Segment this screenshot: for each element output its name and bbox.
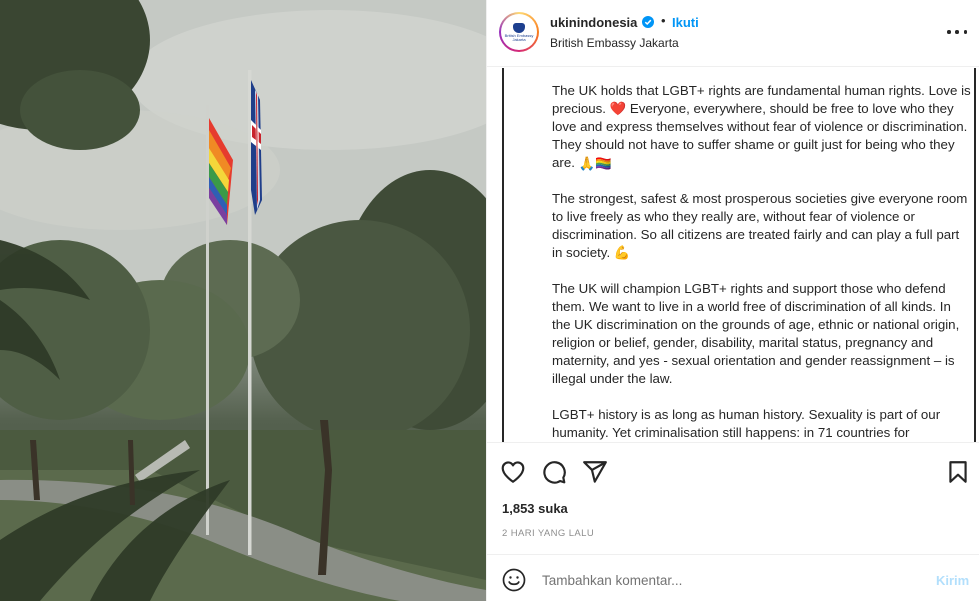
post-photo bbox=[0, 0, 486, 601]
caption-paragraph-2: The strongest, safest & most prosperous … bbox=[552, 191, 968, 261]
muscle-emoji-icon: 💪 bbox=[613, 245, 631, 261]
avatar-text: British Embassy Jakarta bbox=[504, 32, 534, 42]
heart-emoji-icon: ❤️ bbox=[609, 101, 627, 117]
avatar-image: British Embassy Jakarta bbox=[501, 14, 537, 50]
like-count[interactable]: 1,853 suka bbox=[502, 501, 568, 516]
caption-paragraph-4: LGBT+ history is as long as human histor… bbox=[552, 407, 941, 440]
smiley-icon[interactable] bbox=[502, 568, 526, 592]
bookmark-icon[interactable] bbox=[945, 459, 971, 485]
post-timestamp[interactable]: 2 HARI YANG LALU bbox=[502, 528, 594, 539]
verified-badge-icon bbox=[642, 16, 654, 28]
share-icon[interactable] bbox=[582, 459, 608, 485]
post-actions: 1,853 suka 2 HARI YANG LALU bbox=[487, 442, 979, 554]
heart-icon[interactable] bbox=[500, 459, 526, 485]
comment-box: Kirim bbox=[487, 554, 979, 601]
more-horizontal-icon[interactable] bbox=[947, 22, 967, 42]
photo-scene bbox=[0, 0, 486, 601]
avatar[interactable]: British Embassy Jakarta bbox=[499, 12, 539, 52]
caption-area[interactable]: The UK holds that LGBT+ rights are funda… bbox=[487, 68, 979, 442]
comment-icon[interactable] bbox=[541, 459, 567, 485]
caption-paragraph-1: The UK holds that LGBT+ rights are funda… bbox=[552, 83, 971, 171]
comment-input[interactable] bbox=[542, 569, 922, 591]
embassy-crest-icon bbox=[513, 22, 525, 33]
post-comment-button[interactable]: Kirim bbox=[936, 573, 969, 588]
separator-dot: • bbox=[661, 13, 666, 28]
follow-button[interactable]: Ikuti bbox=[672, 15, 699, 30]
caption-paragraph-3: The UK will champion LGBT+ rights and su… bbox=[552, 281, 960, 386]
pray-rainbow-emoji-icon: 🙏🏳️‍🌈 bbox=[578, 155, 612, 171]
username[interactable]: ukinindonesia bbox=[550, 15, 637, 30]
location-link[interactable]: British Embassy Jakarta bbox=[550, 36, 679, 50]
post-detail-panel: British Embassy Jakarta ukinindonesia • … bbox=[486, 0, 979, 601]
post-header: British Embassy Jakarta ukinindonesia • … bbox=[487, 0, 979, 67]
